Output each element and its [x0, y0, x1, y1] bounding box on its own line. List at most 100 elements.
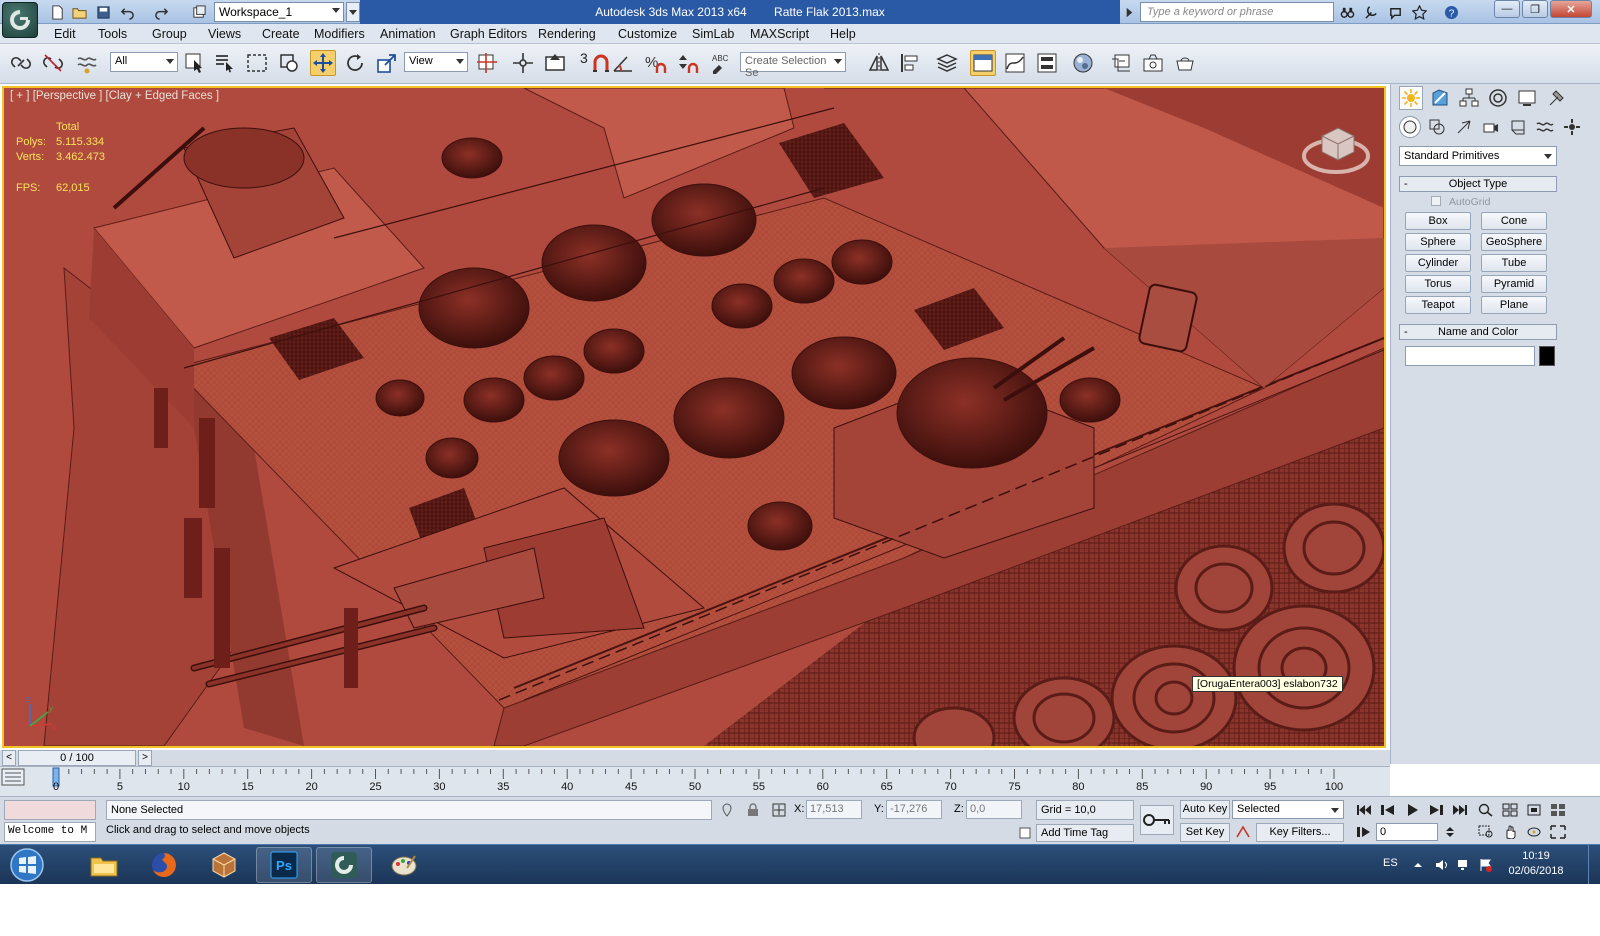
pan-view-icon[interactable] [1500, 824, 1520, 840]
pyramid-button[interactable]: Pyramid [1481, 275, 1547, 293]
track-bar[interactable]: 0 5 10 15 20 25 30 35 40 45 50 55 60 65 70 75 80 85 90 95 10… [0, 766, 1390, 796]
select-scale-icon[interactable] [374, 50, 400, 76]
select-by-name-icon[interactable] [212, 50, 238, 76]
menu-simlab[interactable]: SimLab [692, 27, 734, 41]
y-coordinate-field[interactable]: -17,276 [886, 800, 942, 819]
paint-icon[interactable] [376, 847, 432, 883]
communication-center-icon[interactable] [1386, 3, 1404, 21]
systems-icon[interactable] [1561, 116, 1583, 138]
key-mode-dropdown[interactable]: Selected [1232, 800, 1344, 819]
3dsmax-icon[interactable] [196, 847, 252, 883]
action-center-icon[interactable] [1478, 857, 1494, 873]
menu-create[interactable]: Create [262, 27, 300, 41]
cameras-icon[interactable] [1480, 116, 1502, 138]
subscription-center-icon[interactable] [1362, 3, 1380, 21]
goto-end-icon[interactable] [1450, 802, 1470, 818]
time-slider-prev[interactable]: < [2, 750, 16, 766]
key-filters-button[interactable]: Key Filters... [1256, 823, 1344, 842]
time-slider-thumb[interactable]: 0 / 100 [18, 750, 136, 766]
set-key-button[interactable]: Set Key [1180, 823, 1230, 842]
binoculars-icon[interactable] [1338, 3, 1356, 21]
redo-icon[interactable] [152, 3, 170, 21]
absolute-mode-icon[interactable] [770, 801, 788, 819]
auto-key-button[interactable]: Auto Key [1180, 800, 1230, 819]
selection-lock-icon[interactable] [744, 801, 762, 819]
cone-button[interactable]: Cone [1481, 212, 1547, 230]
set-keys-icon[interactable] [1140, 805, 1174, 835]
autogrid-checkbox[interactable] [1431, 196, 1441, 206]
previous-frame-icon[interactable] [1378, 802, 1398, 818]
maxscript-listener-input[interactable] [4, 800, 96, 820]
start-button[interactable] [4, 846, 50, 884]
frame-spinner-icon[interactable] [1440, 824, 1460, 840]
language-indicator[interactable]: ES [1383, 857, 1398, 869]
system-clock[interactable]: 10:19 02/06/2018 [1500, 849, 1572, 879]
help-search-input[interactable]: Type a keyword or phrase [1140, 2, 1334, 22]
undo-icon[interactable] [118, 3, 136, 21]
menu-maxscript[interactable]: MAXScript [750, 27, 809, 41]
play-icon[interactable] [1402, 802, 1422, 818]
favorites-star-icon[interactable] [1410, 3, 1428, 21]
new-scene-icon[interactable] [48, 3, 66, 21]
isolate-selection-icon[interactable] [718, 801, 736, 819]
rendered-frame-window-icon[interactable] [1140, 50, 1166, 76]
menu-customize[interactable]: Customize [618, 27, 677, 41]
geosphere-button[interactable]: GeoSphere [1481, 233, 1547, 251]
torus-button[interactable]: Torus [1405, 275, 1471, 293]
viewport-label[interactable]: [ + ] [Perspective ] [Clay + Edged Faces… [10, 90, 219, 102]
selection-filter-dropdown[interactable]: All [110, 52, 178, 72]
show-hidden-icons-icon[interactable] [1410, 857, 1426, 873]
menu-animation[interactable]: Animation [380, 27, 436, 41]
key-mode-toggle-icon[interactable] [1354, 824, 1374, 840]
maxscript-output[interactable]: Welcome to M [4, 822, 96, 842]
current-frame-field[interactable]: 0 [1376, 823, 1438, 841]
menu-help[interactable]: Help [830, 27, 856, 41]
geometry-icon[interactable] [1399, 116, 1421, 138]
quick-access-dropdown[interactable] [346, 2, 360, 22]
select-manipulate-icon[interactable] [510, 50, 536, 76]
edit-named-selection-icon[interactable]: ABC [708, 50, 734, 76]
mirror-icon[interactable] [866, 50, 892, 76]
time-slider-next[interactable]: > [138, 750, 152, 766]
schematic-view-icon[interactable] [1034, 50, 1060, 76]
graphite-ribbon-icon[interactable] [970, 50, 996, 76]
volume-icon[interactable] [1434, 857, 1450, 873]
motion-tab-icon[interactable] [1486, 86, 1510, 110]
zoom-icon[interactable] [1476, 802, 1496, 818]
helpers-icon[interactable] [1507, 116, 1529, 138]
box-button[interactable]: Box [1405, 212, 1471, 230]
rect-selection-region-icon[interactable] [244, 50, 270, 76]
menu-edit[interactable]: Edit [54, 27, 76, 41]
restore-button[interactable]: ❐ [1522, 0, 1548, 18]
object-color-swatch[interactable] [1539, 346, 1555, 366]
open-file-icon[interactable] [70, 3, 88, 21]
windows-explorer-icon[interactable] [76, 847, 132, 883]
window-crossing-icon[interactable] [276, 50, 302, 76]
percent-snap-icon[interactable]: % [642, 50, 668, 76]
pivot-center-icon[interactable] [474, 50, 500, 76]
keyboard-shortcut-override-icon[interactable] [542, 50, 568, 76]
maximize-viewport-icon[interactable] [1548, 824, 1568, 840]
sphere-button[interactable]: Sphere [1405, 233, 1471, 251]
help-icon[interactable]: ? [1442, 3, 1460, 21]
teapot-button[interactable]: Teapot [1405, 296, 1471, 314]
next-frame-icon[interactable] [1426, 802, 1446, 818]
modify-tab-icon[interactable] [1428, 86, 1452, 110]
lights-icon[interactable] [1453, 116, 1475, 138]
shapes-icon[interactable] [1426, 116, 1448, 138]
3dsmax-2013-icon[interactable] [316, 847, 372, 883]
menu-group[interactable]: Group [152, 27, 187, 41]
app-menu-button[interactable] [2, 2, 38, 38]
select-object-icon[interactable] [182, 50, 208, 76]
menu-modifiers[interactable]: Modifiers [314, 27, 365, 41]
align-icon[interactable] [898, 50, 924, 76]
project-folder-icon[interactable] [190, 3, 208, 21]
perspective-viewport[interactable]: [ + ] [Perspective ] [Clay + Edged Faces… [2, 86, 1386, 748]
name-and-color-rollout[interactable]: - Name and Color [1399, 324, 1557, 340]
utilities-tab-icon[interactable] [1544, 86, 1568, 110]
z-coordinate-field[interactable]: 0,0 [966, 800, 1022, 819]
x-coordinate-field[interactable]: 17,513 [806, 800, 862, 819]
object-name-input[interactable] [1405, 346, 1535, 366]
select-move-icon[interactable] [310, 50, 336, 76]
add-time-tag-button[interactable]: Add Time Tag [1036, 824, 1134, 842]
